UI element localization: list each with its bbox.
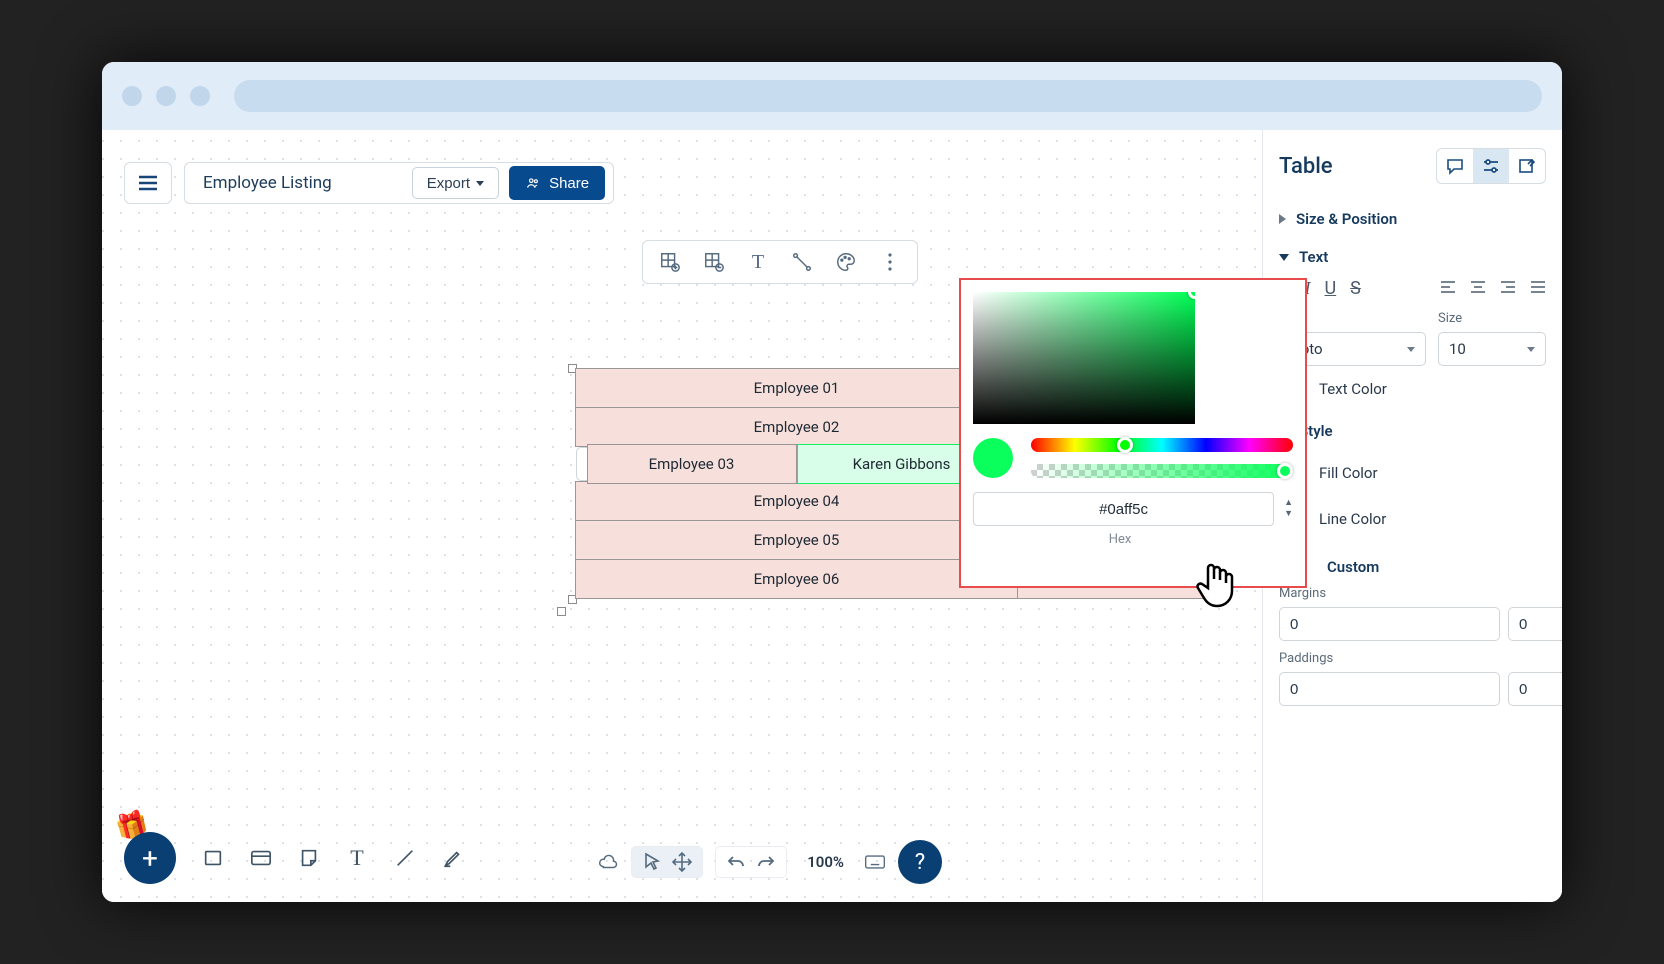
users-icon [525, 176, 541, 190]
section-size-position[interactable]: Size & Position [1279, 200, 1546, 238]
card-tool-icon[interactable] [250, 847, 272, 869]
panel-title: Table [1279, 154, 1333, 179]
share-label: Share [549, 175, 589, 192]
cell-id[interactable]: Employee 06 [576, 560, 1018, 599]
bottom-left-toolbar: + T [124, 832, 464, 884]
size-select[interactable]: 10 [1438, 332, 1546, 366]
pan-icon[interactable] [670, 851, 694, 873]
align-center-icon[interactable] [1470, 278, 1486, 299]
paddings-inputs [1279, 672, 1546, 706]
chevron-right-icon [1279, 214, 1286, 224]
help-button[interactable]: ? [898, 840, 942, 884]
export-label: Export [427, 175, 470, 192]
connector-icon[interactable] [791, 251, 813, 273]
add-button[interactable]: + [124, 832, 176, 884]
hamburger-icon [138, 175, 158, 191]
cell-id[interactable]: Employee 04 [576, 482, 1018, 521]
browser-window: Employee Listing Export Share T [102, 62, 1562, 902]
hex-input[interactable] [973, 492, 1274, 526]
palette-icon[interactable] [835, 251, 857, 273]
zoom-level[interactable]: 100% [799, 853, 852, 871]
keyboard-icon[interactable] [864, 851, 886, 873]
section-text[interactable]: Text [1279, 238, 1546, 276]
underline-button[interactable]: U [1325, 278, 1337, 299]
export-button[interactable]: Export [412, 167, 499, 199]
strikethrough-button[interactable]: S [1350, 278, 1361, 299]
document-title[interactable]: Employee Listing [203, 173, 412, 193]
section-style[interactable]: Style [1279, 412, 1546, 450]
align-group [1440, 278, 1546, 299]
table-row: Employee 03Karen Gibbons [576, 447, 1018, 481]
margins-label: Margins [1279, 586, 1546, 601]
more-icon[interactable] [879, 251, 901, 273]
selection-handle[interactable] [557, 607, 566, 616]
pointer-mode-group [631, 846, 703, 878]
cell-id[interactable]: Employee 02 [576, 408, 1018, 447]
menu-button[interactable] [124, 162, 172, 204]
current-color-swatch [973, 438, 1013, 478]
line-tool-icon[interactable] [394, 847, 416, 869]
cell-id[interactable]: Employee 01 [576, 369, 1018, 408]
redo-icon[interactable] [754, 851, 778, 873]
caret-down-icon [1407, 347, 1415, 352]
margins-inputs [1279, 607, 1546, 641]
pointer-icon[interactable] [640, 851, 664, 873]
hex-label: Hex [973, 532, 1267, 547]
context-toolbar: T [642, 240, 918, 284]
margin-right-input[interactable] [1508, 607, 1562, 641]
hue-handle[interactable] [1117, 437, 1133, 453]
cloud-sync-icon[interactable] [597, 851, 619, 873]
align-left-icon[interactable] [1440, 278, 1456, 299]
margin-top-input[interactable] [1279, 607, 1500, 641]
remove-table-icon[interactable] [703, 251, 725, 273]
caret-down-icon [1527, 347, 1535, 352]
alpha-handle[interactable] [1277, 463, 1293, 479]
text-tool-icon[interactable]: T [747, 251, 769, 273]
window-dot [156, 86, 176, 106]
window-dot [122, 86, 142, 106]
line-color-row[interactable]: Line Color [1279, 496, 1546, 542]
properties-panel: Table Size & Position Text B I [1262, 130, 1562, 902]
panel-mode-tabs [1436, 148, 1546, 184]
settings-tab-icon[interactable] [1473, 149, 1509, 183]
url-bar[interactable] [234, 80, 1542, 112]
text-tool-icon[interactable]: T [346, 847, 368, 869]
section-custom[interactable]: Custom [1279, 548, 1546, 586]
hex-mode-spinner[interactable]: ▲▼ [1284, 499, 1293, 519]
align-right-icon[interactable] [1500, 278, 1516, 299]
document-title-bar: Employee Listing Export Share [184, 162, 614, 204]
color-picker[interactable]: ▲▼ Hex [959, 278, 1307, 588]
text-color-row[interactable]: Text Color [1279, 366, 1546, 412]
highlight-tool-icon[interactable] [442, 847, 464, 869]
add-table-icon[interactable] [659, 251, 681, 273]
cell-id[interactable]: Employee 03 [587, 444, 797, 484]
paddings-label: Paddings [1279, 651, 1546, 666]
chevron-down-icon [1279, 254, 1289, 261]
bottom-right-toolbar: 100% ? [597, 840, 942, 884]
edit-tab-icon[interactable] [1509, 149, 1545, 183]
sticky-note-icon[interactable] [298, 847, 320, 869]
hue-slider[interactable] [1031, 438, 1293, 452]
color-field[interactable] [973, 292, 1195, 424]
undo-icon[interactable] [724, 851, 748, 873]
alpha-slider[interactable] [1031, 464, 1293, 478]
padding-top-input[interactable] [1279, 672, 1500, 706]
comments-tab-icon[interactable] [1437, 149, 1473, 183]
undo-redo-group [715, 846, 787, 878]
cell-id[interactable]: Employee 05 [576, 521, 1018, 560]
padding-right-input[interactable] [1508, 672, 1562, 706]
size-label: Size [1438, 311, 1546, 326]
align-justify-icon[interactable] [1530, 278, 1546, 299]
fill-color-row[interactable]: Fill Color [1279, 450, 1546, 496]
rectangle-tool-icon[interactable] [202, 847, 224, 869]
browser-titlebar [102, 62, 1562, 130]
caret-down-icon [476, 181, 484, 186]
window-dot [190, 86, 210, 106]
share-button[interactable]: Share [509, 166, 605, 200]
